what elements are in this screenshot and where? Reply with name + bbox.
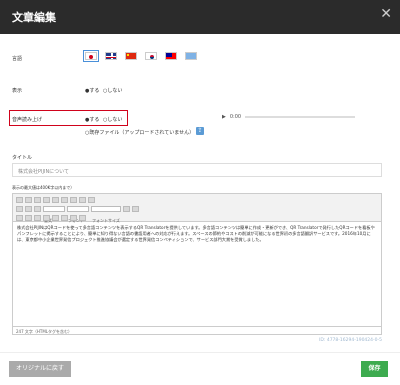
copy-icon[interactable] (61, 197, 68, 203)
language-label: 言語 (12, 56, 23, 62)
footer-divider (0, 352, 400, 353)
bg-color-icon[interactable] (132, 206, 139, 212)
editor-toolbar: 書式 フォント フォントサイズ (13, 194, 381, 223)
format-select[interactable]: 書式 (43, 206, 65, 223)
save-button[interactable]: 保存 (361, 361, 388, 377)
flag-japan-icon[interactable] (83, 50, 99, 62)
font-size-select[interactable]: フォントサイズ (91, 206, 121, 223)
body-hint: 表示の最大値は400K字以内まで） (12, 185, 75, 190)
tts-on-radio[interactable]: ●する (85, 116, 99, 123)
undo-icon[interactable] (79, 197, 86, 203)
paste-icon[interactable] (70, 197, 77, 203)
audio-player[interactable]: ▶ 0:00 (222, 114, 356, 120)
audio-time: 0:00 (229, 114, 242, 120)
display-off-radio[interactable]: ○しない (103, 87, 122, 94)
language-flags (83, 50, 197, 62)
play-icon[interactable]: ▶ (222, 114, 226, 120)
align-right-icon[interactable] (52, 215, 59, 221)
reset-button[interactable]: オリジナルに戻す (9, 361, 71, 377)
flag-other-icon[interactable] (185, 52, 197, 60)
flag-china-icon[interactable] (125, 52, 137, 60)
flag-taiwan-icon[interactable] (165, 52, 177, 60)
align-left-icon[interactable] (34, 215, 41, 221)
save-icon[interactable] (25, 197, 32, 203)
tts-label: 音声読み上げ (12, 117, 43, 123)
redo-icon[interactable] (88, 197, 95, 203)
title-label: タイトル (12, 155, 33, 161)
display-label: 表示 (12, 88, 23, 94)
align-center-icon[interactable] (43, 215, 50, 221)
source-icon[interactable] (16, 197, 23, 203)
close-icon[interactable]: ✕ (380, 6, 392, 22)
cut-icon[interactable] (52, 197, 59, 203)
italic-icon[interactable] (25, 206, 32, 212)
font-select[interactable]: フォント (67, 206, 89, 223)
tts-file-radio[interactable]: ○既存ファイル（アップロードされていません） (85, 129, 194, 136)
audio-progress-bar[interactable] (245, 116, 356, 118)
numbered-list-icon[interactable] (25, 215, 32, 221)
tts-off-radio[interactable]: ○しない (103, 116, 122, 123)
table-icon[interactable] (79, 215, 86, 221)
new-page-icon[interactable] (34, 197, 41, 203)
upload-icon[interactable]: ⇪ (196, 127, 204, 135)
display-on-radio[interactable]: ●する (85, 87, 99, 94)
dialog-title: 文章編集 (12, 11, 56, 24)
link-icon[interactable] (61, 215, 68, 221)
underline-icon[interactable] (34, 206, 41, 212)
editor-content[interactable]: 株式会社PIJINはQRコードを使って多言語コンテンツを表示するQR Trans… (13, 222, 381, 246)
dialog-header: 文章編集 ✕ (0, 0, 400, 34)
bold-icon[interactable] (16, 206, 23, 212)
list-icon[interactable] (16, 215, 23, 221)
preview-icon[interactable] (43, 197, 50, 203)
document-id: ID: 4778-16294-190424-0-5 (319, 338, 382, 343)
image-icon[interactable] (70, 215, 77, 221)
rich-text-editor[interactable]: 書式 フォント フォントサイズ 株式会社PIJINはQRコードを使って多言語コン… (12, 193, 382, 335)
flag-uk-icon[interactable] (105, 52, 117, 60)
title-input[interactable]: 株式会社PIJINについて (12, 163, 382, 177)
editor-status: 247 文字（HTMLタグを含む） (13, 326, 381, 334)
text-color-icon[interactable] (123, 206, 130, 212)
flag-korea-icon[interactable] (145, 52, 157, 60)
